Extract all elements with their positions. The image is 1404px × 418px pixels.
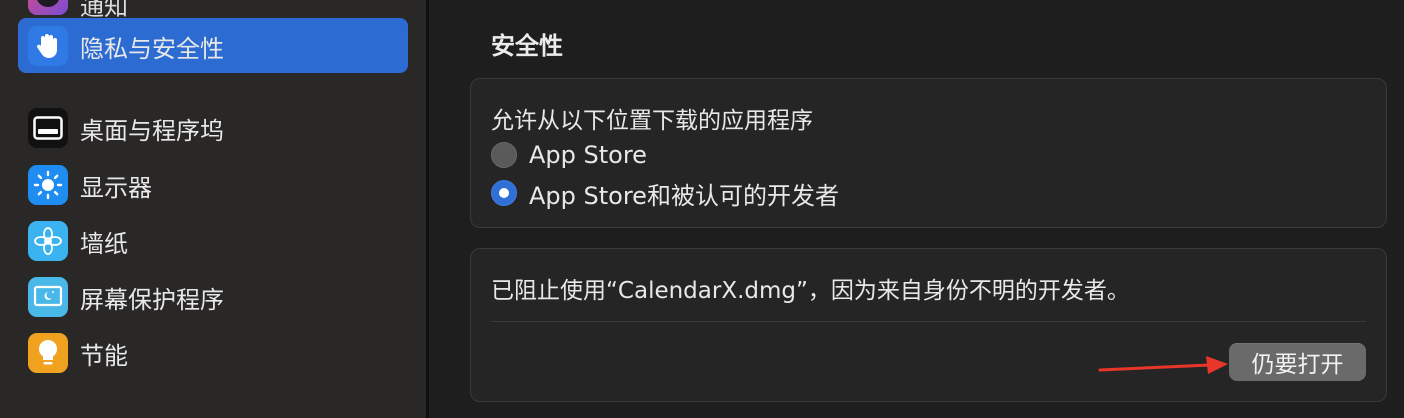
lightbulb-icon [28,333,68,373]
sidebar-item-label: 屏幕保护程序 [80,285,224,314]
focus-icon [28,0,68,15]
sidebar-item-label: 显示器 [80,173,152,202]
hand-raised-icon [28,26,68,66]
annotation-arrow [1098,356,1228,374]
sidebar-item-label: 隐私与安全性 [80,34,224,63]
sidebar-item-energy-saver[interactable]: 节能 [28,333,128,373]
open-anyway-button[interactable]: 仍要打开 [1229,343,1366,381]
blocked-message: 已阻止使用“CalendarX.dmg”，因为来自身份不明的开发者。 [491,278,1130,304]
screensaver-icon [28,277,68,317]
downloads-card: 允许从以下位置下载的应用程序 App Store App Store和被认可的开… [470,78,1387,228]
radio-button[interactable] [491,142,517,168]
sidebar-item-partial[interactable]: 通知 [28,0,128,21]
main-pane: 安全性 允许从以下位置下载的应用程序 App Store App Store和被… [429,0,1404,418]
sidebar-item-desktop-dock[interactable]: 桌面与程序坞 [28,108,224,148]
radio-label: App Store和被认可的开发者 [529,181,839,210]
flower-icon [28,221,68,261]
blocked-app-card: 已阻止使用“CalendarX.dmg”，因为来自身份不明的开发者。 仍要打开 [470,248,1387,402]
divider [491,321,1366,322]
radio-app-store[interactable]: App Store [491,140,647,170]
sidebar-item-label: 桌面与程序坞 [80,116,224,145]
sidebar-item-wallpaper[interactable]: 墙纸 [28,221,128,261]
page-title: 安全性 [491,32,563,60]
dock-icon [28,108,68,148]
radio-label: App Store [529,141,647,169]
radio-app-store-identified[interactable]: App Store和被认可的开发者 [491,178,839,210]
sidebar-item-screensaver[interactable]: 屏幕保护程序 [28,277,224,317]
sidebar-item-privacy-security[interactable]: 隐私与安全性 [28,26,224,66]
sidebar-item-label: 墙纸 [80,229,128,258]
radio-button-selected[interactable] [491,180,517,206]
sidebar-item-label: 节能 [80,341,128,370]
sidebar: 通知 隐私与安全性 桌面与程序坞 显示器 墙纸 屏幕保护程序 节能 [0,0,426,418]
sidebar-item-displays[interactable]: 显示器 [28,165,152,205]
sun-icon [28,165,68,205]
downloads-heading: 允许从以下位置下载的应用程序 [491,108,813,134]
